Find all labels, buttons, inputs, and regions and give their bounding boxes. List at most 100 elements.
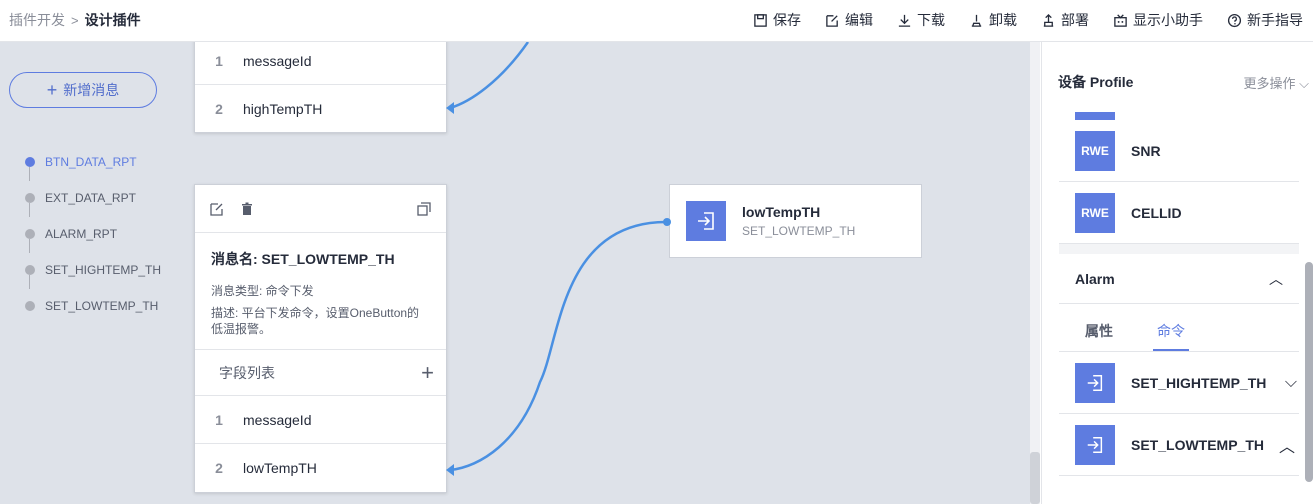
- command-label: SET_LOWTEMP_TH: [1131, 436, 1265, 453]
- breadcrumb-separator: >: [71, 12, 79, 28]
- connector-line: [29, 275, 30, 289]
- rwe-badge: RWE: [1075, 192, 1115, 233]
- command-label: SET_HIGHTEMP_TH: [1131, 374, 1267, 391]
- breadcrumb-current: 设计插件: [84, 12, 141, 28]
- message-item-alarm-rpt[interactable]: ALARM_RPT: [24, 216, 161, 253]
- message-card: 消息名: SET_LOWTEMP_TH 消息类型: 命令下发 描述: 平台下发命…: [194, 184, 447, 493]
- dot-icon: [25, 229, 35, 239]
- breadcrumb: 插件开发 > 设计插件: [9, 10, 141, 30]
- rwe-partial: [1059, 112, 1299, 120]
- message-item-ext-data-rpt[interactable]: EXT_DATA_RPT: [24, 180, 161, 217]
- tab-commands[interactable]: 命令: [1153, 321, 1189, 351]
- command-icon: [686, 201, 726, 241]
- connector-line: [29, 203, 30, 217]
- command-row-hightemp[interactable]: SET_HIGHTEMP_TH ⌵: [1059, 352, 1299, 414]
- more-actions-dropdown[interactable]: 更多操作 ⌵: [1244, 73, 1310, 92]
- field-index: 2: [215, 101, 223, 117]
- message-item-set-hightemp-th[interactable]: SET_HIGHTEMP_TH: [24, 252, 161, 289]
- panel-scrollbar[interactable]: [1305, 262, 1313, 482]
- assistant-button[interactable]: 显示小助手: [1113, 10, 1203, 30]
- add-message-label: 新增消息: [63, 82, 120, 98]
- connector-high: [449, 42, 530, 110]
- connector-line: [29, 239, 30, 253]
- help-icon: [1227, 13, 1242, 27]
- uninstall-label: 卸载: [989, 12, 1017, 28]
- message-label: SET_LOWTEMP_TH: [45, 299, 159, 313]
- message-item-btn-data-rpt[interactable]: BTN_DATA_RPT: [24, 144, 161, 181]
- message-name: 消息名: SET_LOWTEMP_TH: [211, 251, 395, 267]
- message-type: 消息类型: 命令下发: [211, 284, 314, 298]
- dot-icon: [25, 157, 35, 167]
- message-label: EXT_DATA_RPT: [45, 191, 136, 205]
- dot-icon: [25, 265, 35, 275]
- connector-high-arrow: [446, 102, 454, 114]
- canvas-scrollbar-thumb[interactable]: [1030, 452, 1040, 504]
- edit-icon: [826, 14, 838, 27]
- dot-icon: [25, 193, 35, 203]
- field-name: lowTempTH: [243, 460, 317, 476]
- command-row-lowtemp[interactable]: SET_LOWTEMP_TH ︿: [1059, 414, 1299, 476]
- alarm-title: Alarm: [1075, 270, 1115, 287]
- deploy-icon: [1043, 13, 1054, 27]
- delete-icon[interactable]: [239, 201, 255, 217]
- message-label: BTN_DATA_RPT: [45, 155, 137, 169]
- property-name: lowTempTH: [742, 204, 821, 220]
- field-name: messageId: [243, 52, 312, 69]
- message-card-top: 1 messageId 2 highTempTH: [194, 42, 447, 133]
- device-profile-panel: 设备 Profile 更多操作 ⌵ RWE SNR RWE CELLID Alarm…: [1041, 42, 1313, 504]
- spacer: [1059, 244, 1299, 254]
- field-index: 1: [215, 411, 223, 428]
- add-field-icon[interactable]: +: [421, 361, 434, 384]
- property-row-cellid[interactable]: RWE CELLID: [1059, 182, 1299, 244]
- property-node[interactable]: lowTempTH SET_LOWTEMP_TH: [669, 184, 922, 258]
- field-row[interactable]: 2 highTempTH: [195, 85, 446, 133]
- deploy-label: 部署: [1061, 12, 1089, 28]
- download-icon: [898, 14, 911, 27]
- plus-icon: +: [46, 80, 58, 100]
- property-row-snr[interactable]: RWE SNR: [1059, 120, 1299, 182]
- field-row[interactable]: 1 messageId: [195, 396, 446, 444]
- chevron-down-icon[interactable]: ⌵: [1285, 374, 1297, 392]
- chevron-up-icon[interactable]: ︿: [1269, 269, 1283, 289]
- edit-icon[interactable]: [209, 201, 225, 217]
- field-row[interactable]: 1 messageId: [195, 42, 446, 85]
- profile-list: RWE SNR RWE CELLID Alarm ︿ 属性 命令 SET_HIGHT…: [1059, 112, 1299, 492]
- chevron-down-icon: ⌵: [1299, 76, 1309, 91]
- field-index: 2: [215, 460, 223, 476]
- chevron-up-icon[interactable]: ︿: [1279, 433, 1295, 457]
- message-list: BTN_DATA_RPT EXT_DATA_RPT ALARM_RPT SET_…: [24, 144, 161, 324]
- download-button[interactable]: 下载: [897, 10, 945, 30]
- connector-low: [449, 220, 667, 472]
- assistant-icon: [1114, 13, 1127, 27]
- more-actions-label: 更多操作: [1243, 76, 1296, 91]
- toolbar: 保存 编辑 下载 卸载 部署 显示小助手 新手指导: [753, 10, 1303, 30]
- message-item-set-lowtemp-th[interactable]: SET_LOWTEMP_TH: [24, 288, 161, 324]
- connector-low-arrow: [446, 464, 454, 476]
- save-label: 保存: [773, 12, 801, 28]
- tab-bar: 属性 命令: [1059, 304, 1299, 352]
- edit-button[interactable]: 编辑: [825, 10, 873, 30]
- add-message-button[interactable]: + 新增消息: [9, 72, 157, 108]
- deploy-button[interactable]: 部署: [1041, 10, 1089, 30]
- save-button[interactable]: 保存: [753, 10, 801, 30]
- help-label: 新手指导: [1247, 12, 1303, 28]
- dot-icon: [25, 301, 35, 311]
- message-description: 描述: 平台下发命令，设置OneButton的低温报警。: [211, 306, 420, 336]
- expand-icon[interactable]: [416, 201, 432, 217]
- field-name: messageId: [243, 411, 312, 428]
- rwe-badge: RWE: [1075, 130, 1115, 171]
- field-index: 1: [215, 52, 223, 69]
- tab-attributes[interactable]: 属性: [1085, 321, 1113, 351]
- download-label: 下载: [917, 12, 945, 28]
- property-label: SNR: [1131, 142, 1161, 159]
- design-canvas[interactable]: + 新增消息 BTN_DATA_RPT EXT_DATA_RPT ALARM_R…: [0, 42, 1030, 504]
- alarm-section-header[interactable]: Alarm ︿: [1059, 254, 1299, 304]
- help-button[interactable]: 新手指导: [1227, 10, 1303, 30]
- command-icon: [1075, 362, 1115, 403]
- uninstall-button[interactable]: 卸载: [969, 10, 1017, 30]
- field-list-header: 字段列表 +: [195, 350, 446, 396]
- canvas-scrollbar[interactable]: [1030, 42, 1040, 504]
- field-row[interactable]: 2 lowTempTH: [195, 444, 446, 492]
- panel-title: 设备 Profile: [1058, 74, 1134, 90]
- breadcrumb-parent[interactable]: 插件开发: [9, 10, 65, 30]
